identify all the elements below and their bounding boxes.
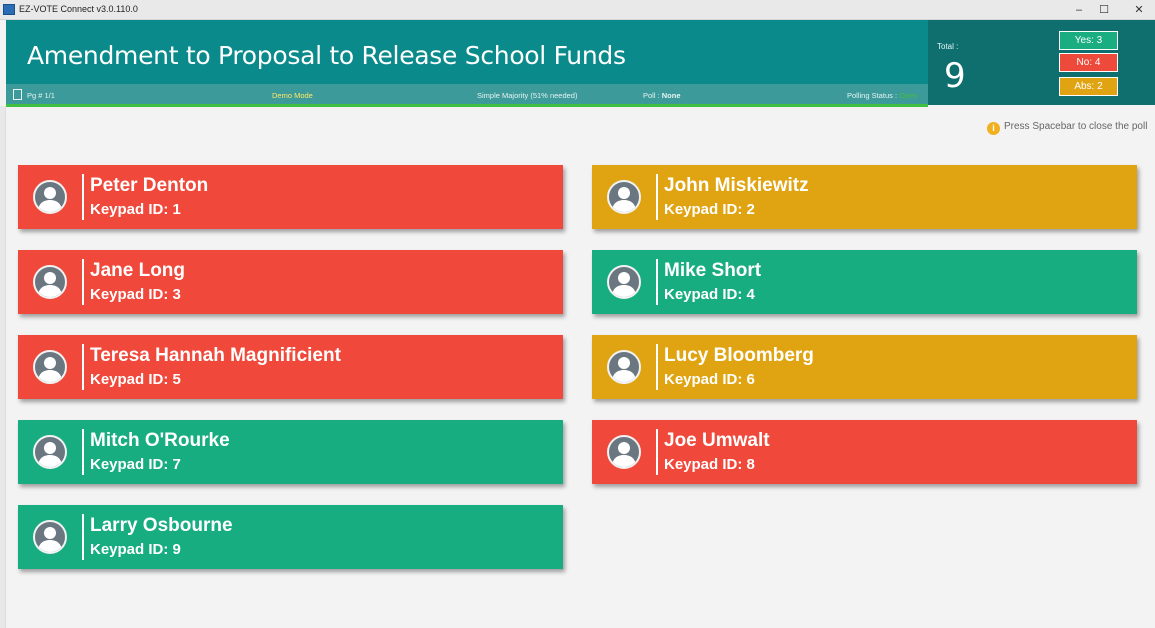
status-line (6, 104, 928, 107)
card-divider (656, 259, 658, 305)
demo-mode-label: Demo Mode (272, 91, 313, 100)
voter-name: John Miskiewitz (664, 175, 809, 196)
user-avatar-icon (33, 435, 67, 469)
voter-card[interactable]: Mitch O'Rourke Keypad ID: 7 (18, 420, 563, 484)
voter-name: Joe Umwalt (664, 430, 770, 451)
voter-keypad-id: Keypad ID: 7 (90, 456, 181, 473)
voter-card[interactable]: John Miskiewitz Keypad ID: 2 (592, 165, 1137, 229)
voter-keypad-id: Keypad ID: 6 (664, 371, 755, 388)
voter-card[interactable]: Lucy Bloomberg Keypad ID: 6 (592, 335, 1137, 399)
voter-keypad-id: Keypad ID: 3 (90, 286, 181, 303)
user-avatar-icon (33, 265, 67, 299)
polling-status-label: Polling Status : (847, 91, 900, 100)
majority-rule: Simple Majority (51% needed) (477, 91, 578, 100)
hint-text: Press Spacebar to close the poll (1004, 121, 1148, 132)
page-title: Amendment to Proposal to Release School … (27, 41, 626, 70)
voter-keypad-id: Keypad ID: 4 (664, 286, 755, 303)
maximize-button[interactable]: ☐ (1092, 2, 1116, 18)
window-title: EZ-VOTE Connect v3.0.110.0 (19, 4, 138, 14)
content-edge (0, 106, 6, 628)
voter-card[interactable]: Peter Denton Keypad ID: 1 (18, 165, 563, 229)
page-number: Pg # 1/1 (27, 91, 55, 100)
poll-value: None (661, 91, 681, 100)
card-divider (656, 344, 658, 390)
poll-header: Amendment to Proposal to Release School … (6, 20, 1155, 107)
user-avatar-icon (607, 350, 641, 384)
voter-card[interactable]: Joe Umwalt Keypad ID: 8 (592, 420, 1137, 484)
window-titlebar: EZ-VOTE Connect v3.0.110.0 – ☐ ✕ (0, 0, 1155, 20)
user-avatar-icon (33, 180, 67, 214)
polling-status: Polling Status : Open (847, 91, 917, 100)
info-bar: Pg # 1/1 Demo Mode Simple Majority (51% … (6, 84, 928, 105)
voter-keypad-id: Keypad ID: 2 (664, 201, 755, 218)
voter-name: Jane Long (90, 260, 186, 281)
voter-name: Teresa Hannah Magnificient (90, 345, 341, 366)
card-divider (656, 174, 658, 220)
voter-card[interactable]: Teresa Hannah Magnificient Keypad ID: 5 (18, 335, 563, 399)
abstain-count-badge: Abs: 2 (1059, 77, 1118, 96)
spacebar-hint: i Press Spacebar to close the poll (987, 121, 1147, 135)
header-title-area: Amendment to Proposal to Release School … (6, 20, 928, 84)
polling-status-value: Open (899, 91, 918, 100)
voter-keypad-id: Keypad ID: 5 (90, 371, 181, 388)
yes-count-badge: Yes: 3 (1059, 31, 1118, 50)
user-avatar-icon (33, 520, 67, 554)
voter-name: Larry Osbourne (90, 515, 233, 536)
voter-name: Mike Short (664, 260, 762, 281)
poll-label: Poll : (643, 91, 662, 100)
info-icon: i (987, 122, 1000, 135)
voter-keypad-id: Keypad ID: 9 (90, 541, 181, 558)
user-avatar-icon (33, 350, 67, 384)
no-count-badge: No: 4 (1059, 53, 1118, 72)
user-avatar-icon (607, 435, 641, 469)
voter-name: Lucy Bloomberg (664, 345, 814, 366)
close-button[interactable]: ✕ (1127, 2, 1151, 18)
card-divider (82, 429, 84, 475)
card-divider (82, 174, 84, 220)
voter-card[interactable]: Larry Osbourne Keypad ID: 9 (18, 505, 563, 569)
voter-card[interactable]: Jane Long Keypad ID: 3 (18, 250, 563, 314)
total-value: 9 (944, 56, 966, 96)
total-label: Total : (937, 42, 959, 51)
card-divider (82, 259, 84, 305)
card-divider (656, 429, 658, 475)
user-avatar-icon (607, 265, 641, 299)
page-icon (13, 89, 22, 100)
poll-info: Poll : None (643, 91, 681, 100)
voter-keypad-id: Keypad ID: 8 (664, 456, 755, 473)
user-avatar-icon (607, 180, 641, 214)
voter-keypad-id: Keypad ID: 1 (90, 201, 181, 218)
app-icon (3, 4, 15, 15)
card-divider (82, 514, 84, 560)
voter-name: Peter Denton (90, 175, 209, 196)
totals-panel: Total : 9 Yes: 3 No: 4 Abs: 2 (928, 20, 1155, 105)
voter-name: Mitch O'Rourke (90, 430, 230, 451)
card-divider (82, 344, 84, 390)
voter-card[interactable]: Mike Short Keypad ID: 4 (592, 250, 1137, 314)
minimize-button[interactable]: – (1067, 2, 1091, 18)
